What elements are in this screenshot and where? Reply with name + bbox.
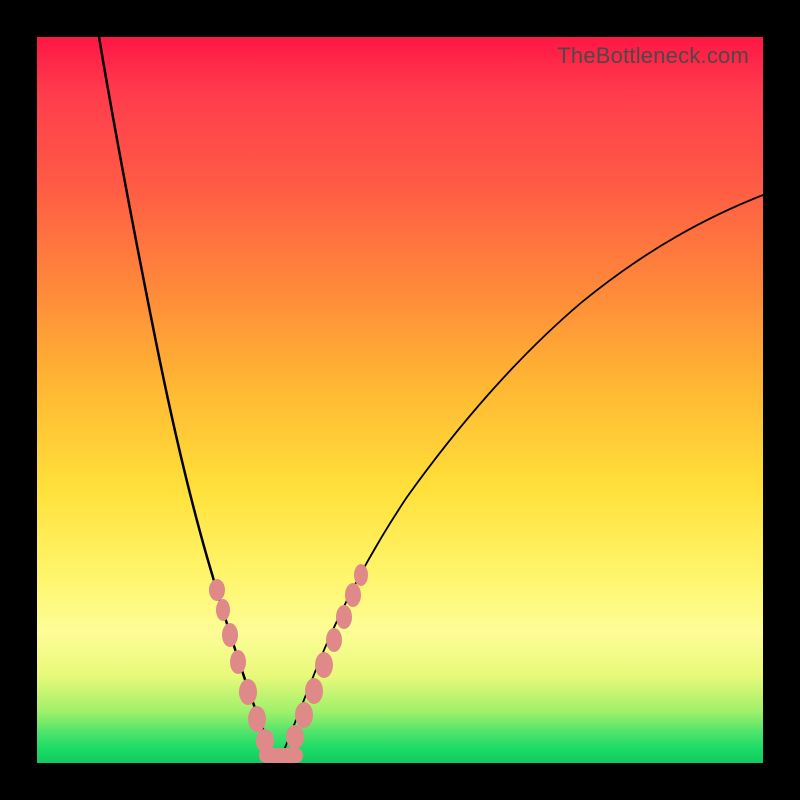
highlight-dot (209, 579, 225, 601)
highlight-dot (216, 599, 230, 621)
right-curve (279, 195, 763, 763)
highlight-dot (286, 725, 304, 749)
curve-layer (37, 37, 763, 763)
highlight-dot (239, 679, 257, 705)
highlight-dot (295, 702, 313, 728)
plot-area: TheBottleneck.com (37, 37, 763, 763)
highlight-dot (248, 706, 266, 732)
highlight-dot (336, 605, 352, 629)
highlight-pill (259, 748, 303, 763)
highlight-dot (354, 564, 368, 586)
highlight-dot (222, 623, 238, 647)
highlight-dot (345, 583, 361, 607)
highlight-dot (305, 678, 323, 704)
left-curve (99, 37, 279, 763)
highlight-dot (326, 628, 342, 652)
chart-frame: TheBottleneck.com (0, 0, 800, 800)
highlight-dot (230, 650, 246, 674)
highlight-dot (315, 652, 333, 678)
